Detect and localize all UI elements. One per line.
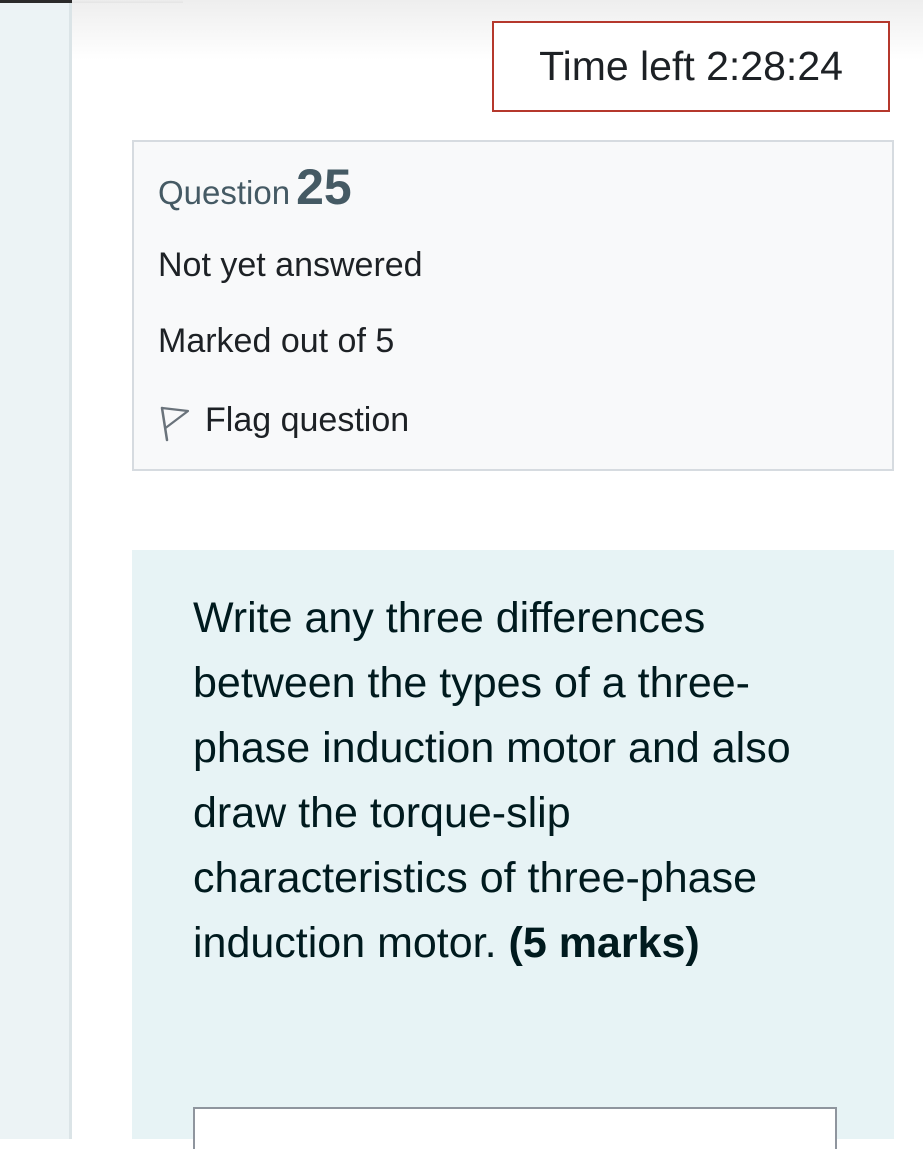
question-heading: Question 25 — [158, 158, 352, 216]
quiz-timer: Time left 2:28:24 — [492, 21, 890, 112]
question-text-panel: Write any three differences between the … — [132, 550, 894, 1149]
question-body: Write any three differences between the … — [193, 594, 791, 967]
drawer-divider — [69, 3, 72, 1139]
course-index-drawer — [0, 3, 69, 1139]
answer-editor[interactable] — [193, 1107, 837, 1149]
question-state: Not yet answered — [158, 246, 423, 284]
question-number: 25 — [296, 159, 352, 215]
question-label: Question — [158, 174, 291, 211]
flag-outline-icon — [158, 404, 192, 444]
question-info-panel: Question 25 Not yet answered Marked out o… — [132, 140, 894, 471]
question-marks: (5 marks) — [508, 919, 700, 967]
flag-question-label: Flag question — [205, 400, 410, 439]
flag-question-button[interactable]: Flag question — [158, 396, 409, 444]
timer-label: Time left 2:28:24 — [539, 43, 843, 89]
question-text: Write any three differences between the … — [193, 586, 853, 976]
question-grade: Marked out of 5 — [158, 322, 395, 360]
